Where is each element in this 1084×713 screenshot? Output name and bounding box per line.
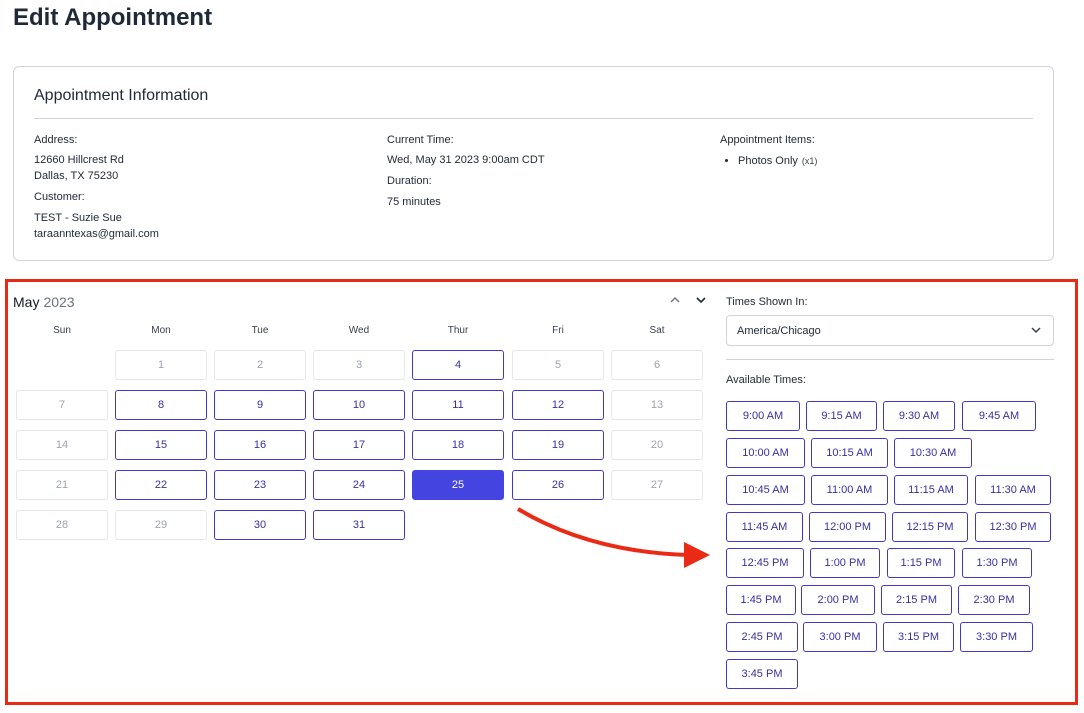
annotation-arrow-icon: [516, 507, 710, 568]
